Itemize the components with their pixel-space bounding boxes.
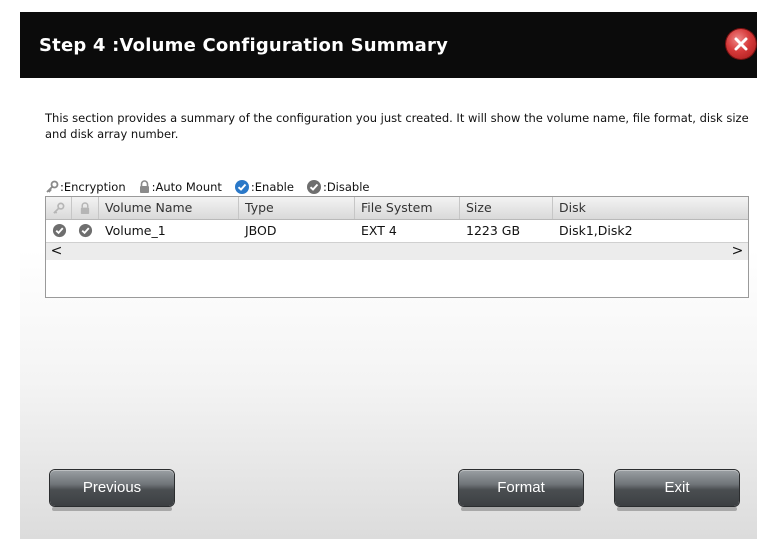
legend-auto-mount-label: :Auto Mount xyxy=(151,180,222,194)
legend-auto-mount: :Auto Mount xyxy=(138,180,222,194)
row-auto-mount-cell xyxy=(72,220,99,241)
legend-disable-label: :Disable xyxy=(322,180,370,194)
legend-disable: :Disable xyxy=(306,179,370,195)
legend-encryption: :Encryption xyxy=(45,180,126,194)
close-button[interactable] xyxy=(726,29,756,59)
disabled-check-icon xyxy=(52,223,66,238)
volume-config-dialog: Step 4 :Volume Configuration Summary Thi… xyxy=(20,12,757,539)
volume-summary-table: Volume Name Type File System Size Disk V… xyxy=(45,196,749,298)
disabled-check-icon xyxy=(78,223,93,238)
enabled-check-icon xyxy=(234,180,249,194)
close-icon xyxy=(734,37,748,51)
lock-icon xyxy=(80,201,90,214)
row-disk: Disk1,Disk2 xyxy=(559,223,633,238)
row-file-system: EXT 4 xyxy=(361,223,397,238)
row-volume-name: Volume_1 xyxy=(105,223,166,238)
dialog-titlebar: Step 4 :Volume Configuration Summary xyxy=(20,12,757,78)
legend-enable-label: :Enable xyxy=(250,180,294,194)
exit-button[interactable]: Exit xyxy=(615,470,739,511)
header-size[interactable]: Size xyxy=(460,197,553,219)
key-icon xyxy=(46,180,59,193)
row-encryption-cell xyxy=(46,220,72,241)
header-file-system[interactable]: File System xyxy=(355,197,460,219)
dialog-title: Step 4 :Volume Configuration Summary xyxy=(39,35,449,56)
table-row[interactable]: Volume_1 JBOD EXT 4 1223 GB Disk1,Disk2 xyxy=(46,220,748,241)
legend-enable: :Enable xyxy=(234,179,294,195)
header-disk[interactable]: Disk xyxy=(553,197,748,219)
format-button[interactable]: Format xyxy=(459,470,583,511)
scroll-right-button[interactable]: > xyxy=(729,243,746,260)
header-encryption[interactable] xyxy=(46,197,72,219)
table-header: Volume Name Type File System Size Disk xyxy=(46,197,748,220)
header-type[interactable]: Type xyxy=(239,197,355,219)
previous-button[interactable]: Previous xyxy=(50,470,174,511)
dialog-description: This section provides a summary of the c… xyxy=(45,111,749,141)
key-icon xyxy=(53,202,65,214)
horizontal-scrollbar[interactable]: < > xyxy=(46,242,748,260)
header-volume-name[interactable]: Volume Name xyxy=(99,197,239,219)
row-size: 1223 GB xyxy=(466,223,521,238)
scroll-left-button[interactable]: < xyxy=(48,243,65,260)
icon-legend: :Encryption :Auto Mount :Enable :Disable xyxy=(45,178,382,196)
legend-encryption-label: :Encryption xyxy=(60,180,126,194)
disabled-check-icon xyxy=(306,180,321,194)
header-auto-mount[interactable] xyxy=(72,197,99,219)
row-type: JBOD xyxy=(245,223,277,238)
lock-icon xyxy=(139,180,149,193)
